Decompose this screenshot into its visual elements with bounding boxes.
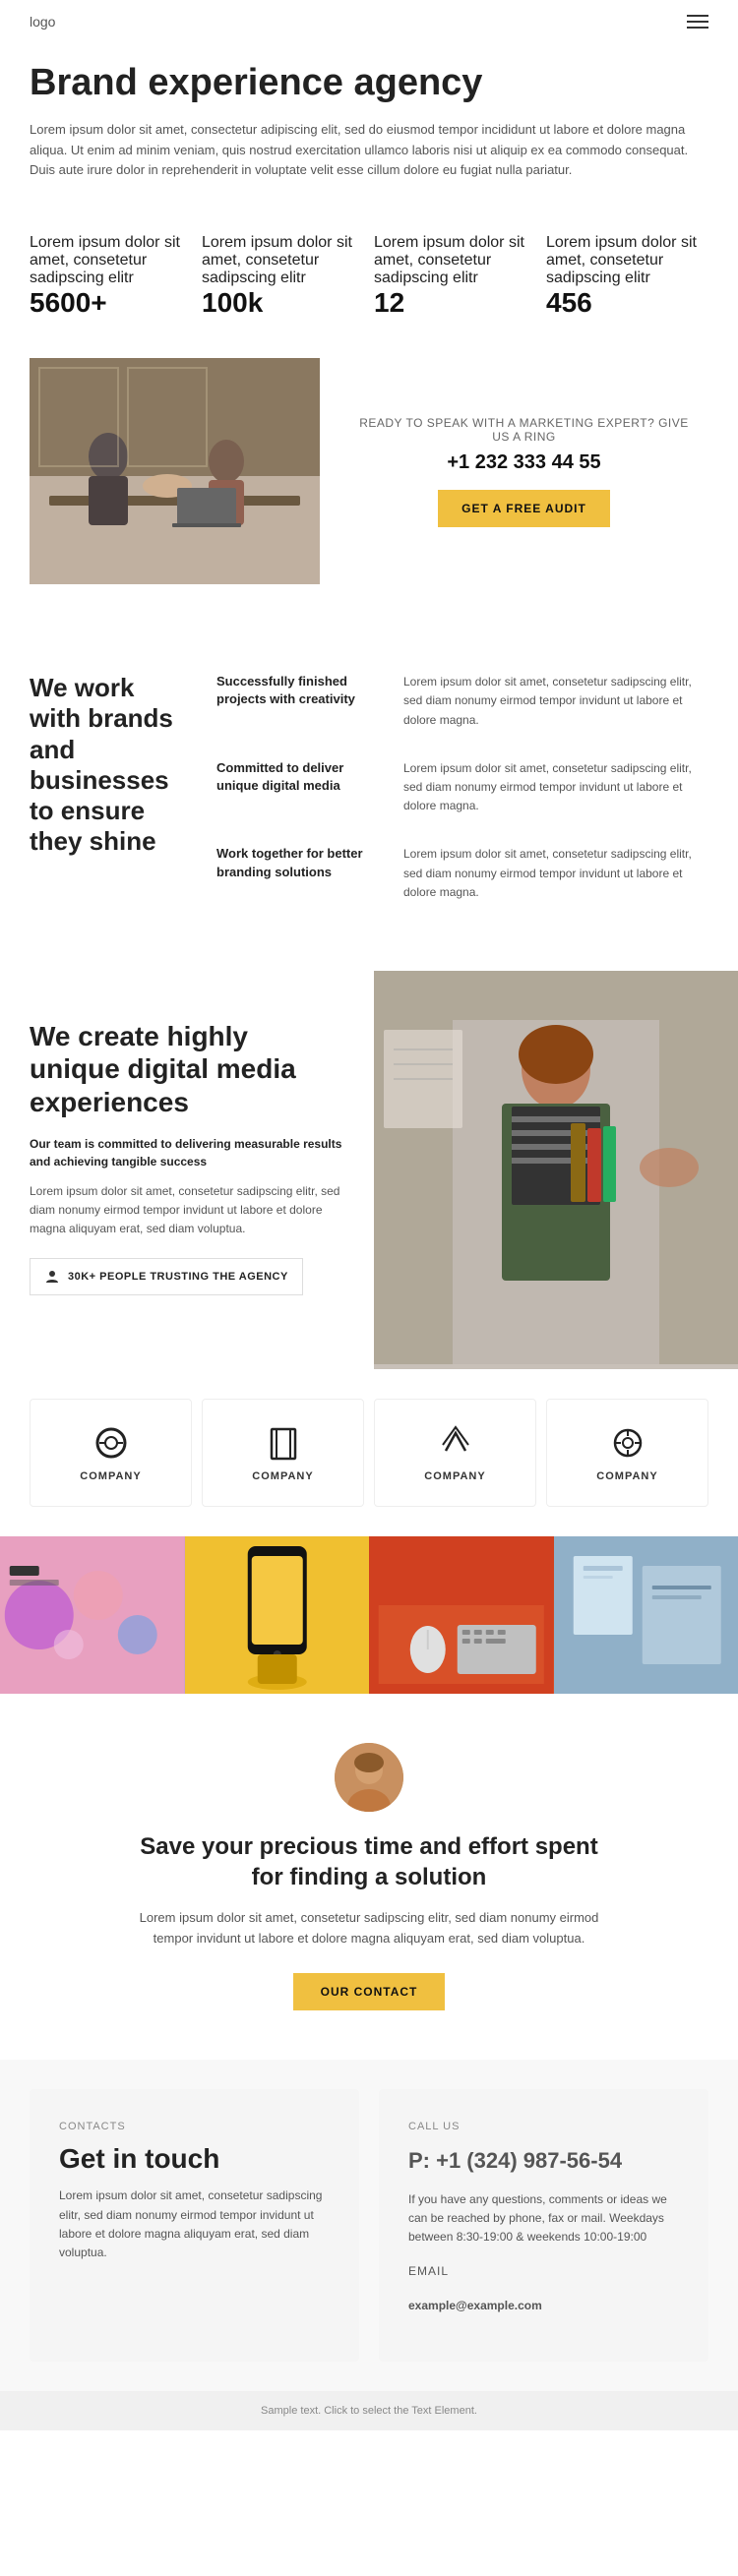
digital-subtitle: Our team is committed to delivering meas…	[30, 1135, 344, 1170]
testimonial-heading: Save your precious time and effort spent…	[123, 1831, 615, 1892]
brands-items: Successfully finished projects with crea…	[216, 673, 708, 931]
logo-label-3: COMPANY	[596, 1470, 657, 1482]
call-phone: P: +1 (324) 987-56-54	[408, 2143, 679, 2178]
logos-section: COMPANY COMPANY COMPANY	[0, 1369, 738, 1536]
digital-image-svg	[374, 971, 738, 1364]
hero-image	[30, 358, 320, 584]
email-value: example@example.com	[408, 2297, 679, 2315]
brand-item-title-1: Committed to deliver unique digital medi…	[216, 759, 384, 816]
digital-heading: We create highly unique digital media ex…	[30, 1020, 344, 1119]
portfolio-item-1	[185, 1536, 370, 1694]
digital-right-image	[374, 971, 738, 1369]
brands-section: We work with brands and businesses to en…	[0, 633, 738, 971]
contacts-box: CONTACTS Get in touch Lorem ipsum dolor …	[30, 2089, 359, 2362]
contact-section: CONTACTS Get in touch Lorem ipsum dolor …	[0, 2060, 738, 2391]
logo-card-2: COMPANY	[374, 1399, 536, 1507]
logo-icon-1	[264, 1423, 303, 1463]
stat-number-1: 100k	[202, 287, 364, 319]
cta-box: READY TO SPEAK WITH A MARKETING EXPERT? …	[339, 358, 708, 584]
brand-item-desc-0: Lorem ipsum dolor sit amet, consetetur s…	[403, 673, 708, 730]
logo-label-0: COMPANY	[80, 1470, 141, 1482]
logo-icon-2	[436, 1423, 475, 1463]
brand-item-1: Committed to deliver unique digital medi…	[216, 759, 708, 816]
logo-icon-3	[608, 1423, 647, 1463]
our-contact-button[interactable]: OUR CONTACT	[293, 1973, 446, 2010]
stat-item-3: Lorem ipsum dolor sit amet, consetetur s…	[546, 234, 708, 319]
logo-label-2: COMPANY	[424, 1470, 485, 1482]
logo: logo	[30, 14, 55, 30]
stat-number-0: 5600+	[30, 287, 192, 319]
logo-card-0: COMPANY	[30, 1399, 192, 1507]
stats-section: Lorem ipsum dolor sit amet, consetetur s…	[0, 234, 738, 319]
testimonial-description: Lorem ipsum dolor sit amet, consetetur s…	[133, 1908, 605, 1949]
stat-item-1: Lorem ipsum dolor sit amet, consetetur s…	[202, 234, 364, 319]
brands-heading-text: We work with brands and businesses to en…	[30, 673, 187, 857]
free-audit-button[interactable]: GET A FREE AUDIT	[438, 490, 610, 527]
digital-section: We create highly unique digital media ex…	[0, 971, 738, 1369]
logo-card-1: COMPANY	[202, 1399, 364, 1507]
call-label: CALL US	[408, 2119, 679, 2136]
office-image-svg	[30, 358, 320, 584]
brand-item-0: Successfully finished projects with crea…	[216, 673, 708, 730]
portfolio-item-3	[554, 1536, 738, 1694]
digital-description: Lorem ipsum dolor sit amet, consetetur s…	[30, 1182, 344, 1239]
stat-text-0: Lorem ipsum dolor sit amet, consetetur s…	[30, 234, 192, 287]
brand-item-desc-1: Lorem ipsum dolor sit amet, consetetur s…	[403, 759, 708, 816]
digital-left: We create highly unique digital media ex…	[0, 971, 374, 1369]
hero-description: Lorem ipsum dolor sit amet, consectetur …	[30, 120, 699, 181]
portfolio-item-0	[0, 1536, 185, 1694]
stat-text-3: Lorem ipsum dolor sit amet, consetetur s…	[546, 234, 708, 287]
footer-text: Sample text. Click to select the Text El…	[261, 2405, 477, 2417]
email-label: EMAIL	[408, 2262, 679, 2281]
portfolio-grid	[0, 1536, 738, 1694]
contacts-heading: Get in touch	[59, 2143, 330, 2175]
call-box: CALL US P: +1 (324) 987-56-54 If you hav…	[379, 2089, 708, 2362]
logo-card-3: COMPANY	[546, 1399, 708, 1507]
stat-item-0: Lorem ipsum dolor sit amet, consetetur s…	[30, 234, 192, 319]
brand-item-title-0: Successfully finished projects with crea…	[216, 673, 384, 730]
logo-icon-0	[92, 1423, 131, 1463]
stat-item-2: Lorem ipsum dolor sit amet, consetetur s…	[374, 234, 536, 319]
brand-item-2: Work together for better branding soluti…	[216, 845, 708, 902]
cta-label: READY TO SPEAK WITH A MARKETING EXPERT? …	[359, 416, 689, 444]
hamburger-button[interactable]	[687, 15, 708, 29]
contacts-description: Lorem ipsum dolor sit amet, consetetur s…	[59, 2187, 330, 2262]
brand-item-title-2: Work together for better branding soluti…	[216, 845, 384, 902]
hero-title: Brand experience agency	[30, 63, 708, 104]
avatar	[335, 1743, 403, 1812]
image-cta-section: READY TO SPEAK WITH A MARKETING EXPERT? …	[0, 338, 738, 604]
stat-number-2: 12	[374, 287, 536, 319]
cta-phone: +1 232 333 44 55	[359, 451, 689, 474]
stat-text-2: Lorem ipsum dolor sit amet, consetetur s…	[374, 234, 536, 287]
stat-text-1: Lorem ipsum dolor sit amet, consetetur s…	[202, 234, 364, 287]
logo-label-1: COMPANY	[252, 1470, 313, 1482]
portfolio-item-2	[369, 1536, 554, 1694]
header: logo	[0, 0, 738, 43]
stat-number-3: 456	[546, 287, 708, 319]
testimonial-section: Save your precious time and effort spent…	[0, 1694, 738, 2060]
trust-badge: 30K+ PEOPLE TRUSTING THE AGENCY	[30, 1258, 303, 1295]
brand-item-desc-2: Lorem ipsum dolor sit amet, consetetur s…	[403, 845, 708, 902]
footer: Sample text. Click to select the Text El…	[0, 2391, 738, 2430]
person-icon	[44, 1269, 60, 1285]
brands-heading: We work with brands and businesses to en…	[30, 673, 187, 931]
call-description: If you have any questions, comments or i…	[408, 2190, 679, 2247]
hero-section: Brand experience agency Lorem ipsum dolo…	[0, 43, 738, 234]
contacts-label: CONTACTS	[59, 2119, 330, 2136]
